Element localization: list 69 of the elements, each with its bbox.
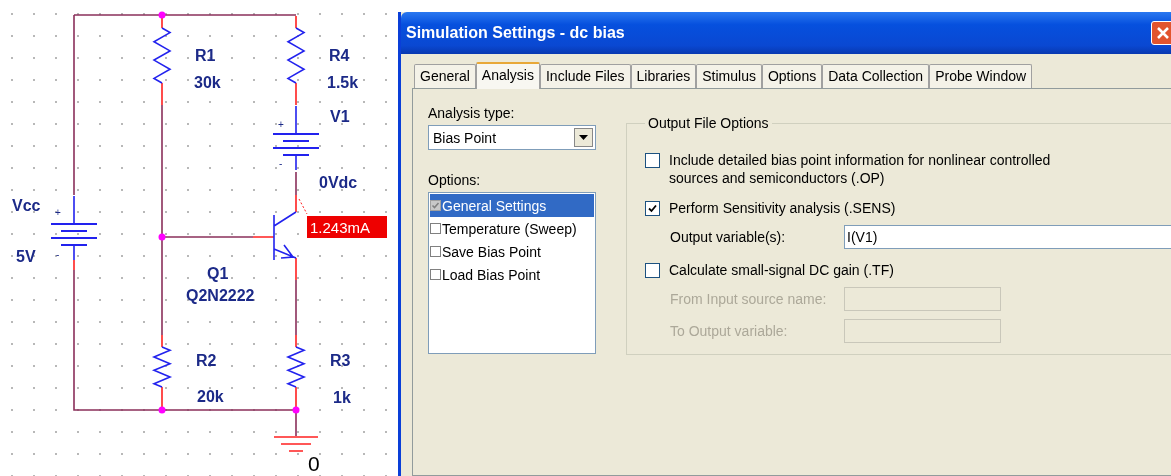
group-title: Output File Options	[647, 115, 770, 131]
component-value: 0Vdc	[319, 174, 358, 191]
component-value: 1k	[333, 389, 351, 406]
polarity-mark: +	[55, 207, 61, 218]
component-value: 30k	[194, 74, 221, 91]
checkbox-label: Perform Sensitivity analysis (.SENS)	[669, 199, 897, 217]
list-item[interactable]: Save Bias Point	[430, 240, 594, 263]
ground-icon	[273, 436, 319, 452]
component-label: R4	[329, 47, 350, 64]
field-label: To Output variable:	[670, 323, 789, 339]
check-icon	[431, 201, 440, 210]
tab[interactable]: Include Files	[539, 64, 631, 88]
battery-icon	[272, 105, 320, 171]
field-label: Analysis type:	[428, 105, 516, 121]
component-label: Q1	[207, 265, 229, 282]
polarity-mark: -	[56, 249, 60, 260]
checkbox[interactable]	[645, 263, 660, 278]
list-item[interactable]: Temperature (Sweep)	[430, 217, 594, 240]
polarity-mark: -	[279, 158, 283, 169]
junction-dot	[292, 406, 300, 414]
resistor-icon	[285, 334, 307, 410]
checkbox[interactable]	[430, 223, 441, 234]
net-label: 0	[308, 452, 320, 475]
analysis-type-dropdown[interactable]: Bias Point	[428, 125, 596, 150]
tab[interactable]: Data Collection	[822, 64, 930, 88]
field-label: From Input source name:	[670, 291, 828, 307]
tab[interactable]: Probe Window	[929, 64, 1033, 88]
junction-dot	[158, 11, 166, 19]
dropdown-button[interactable]	[574, 128, 593, 147]
junction-dot	[158, 233, 166, 241]
checkbox-label: Calculate small-signal DC gain (.TF)	[669, 261, 895, 279]
tab[interactable]: General	[414, 64, 476, 88]
leader-line	[298, 198, 308, 215]
caret-icon	[579, 135, 588, 140]
checkbox[interactable]	[430, 246, 441, 257]
window-title: Simulation Settings - dc bias	[406, 24, 625, 42]
tab[interactable]: Libraries	[630, 64, 697, 88]
resistor-icon	[286, 15, 306, 106]
component-label: Vcc	[12, 197, 41, 214]
component-label: R3	[330, 352, 351, 369]
text-field[interactable]: I(V1)	[844, 225, 1171, 249]
tab[interactable]: Options	[761, 64, 823, 88]
component-label: R2	[196, 352, 217, 369]
field-label: Options:	[428, 172, 482, 188]
current-reading: 1.243mA	[307, 216, 387, 238]
component-value: 5V	[16, 248, 36, 265]
polarity-mark: +	[278, 119, 284, 130]
tab[interactable]: Stimulus	[696, 64, 762, 88]
check-icon	[647, 203, 658, 214]
field-label: Output variable(s):	[670, 229, 787, 245]
junction-dot	[158, 406, 166, 414]
resistor-icon	[152, 15, 172, 106]
checkbox[interactable]	[645, 153, 660, 168]
transistor-icon	[252, 194, 297, 281]
component-value: Q2N2222	[186, 287, 255, 304]
close-button[interactable]	[1151, 21, 1171, 45]
list-item[interactable]: Load Bias Point	[430, 263, 594, 286]
component-label: V1	[330, 108, 350, 125]
wire	[295, 171, 297, 196]
close-icon	[1156, 26, 1170, 40]
checkbox[interactable]	[430, 269, 441, 280]
checkbox[interactable]	[645, 201, 660, 216]
resistor-icon	[151, 334, 173, 410]
battery-icon	[50, 195, 98, 261]
tab[interactable]: Analysis	[475, 62, 540, 89]
checkbox-label: Include detailed bias point information for nonlinear controlled sources and semiconductors (.OP)	[669, 151, 1052, 187]
component-value: 20k	[197, 388, 224, 405]
component-value: 1.5k	[327, 74, 359, 91]
component-label: R1	[195, 47, 216, 64]
